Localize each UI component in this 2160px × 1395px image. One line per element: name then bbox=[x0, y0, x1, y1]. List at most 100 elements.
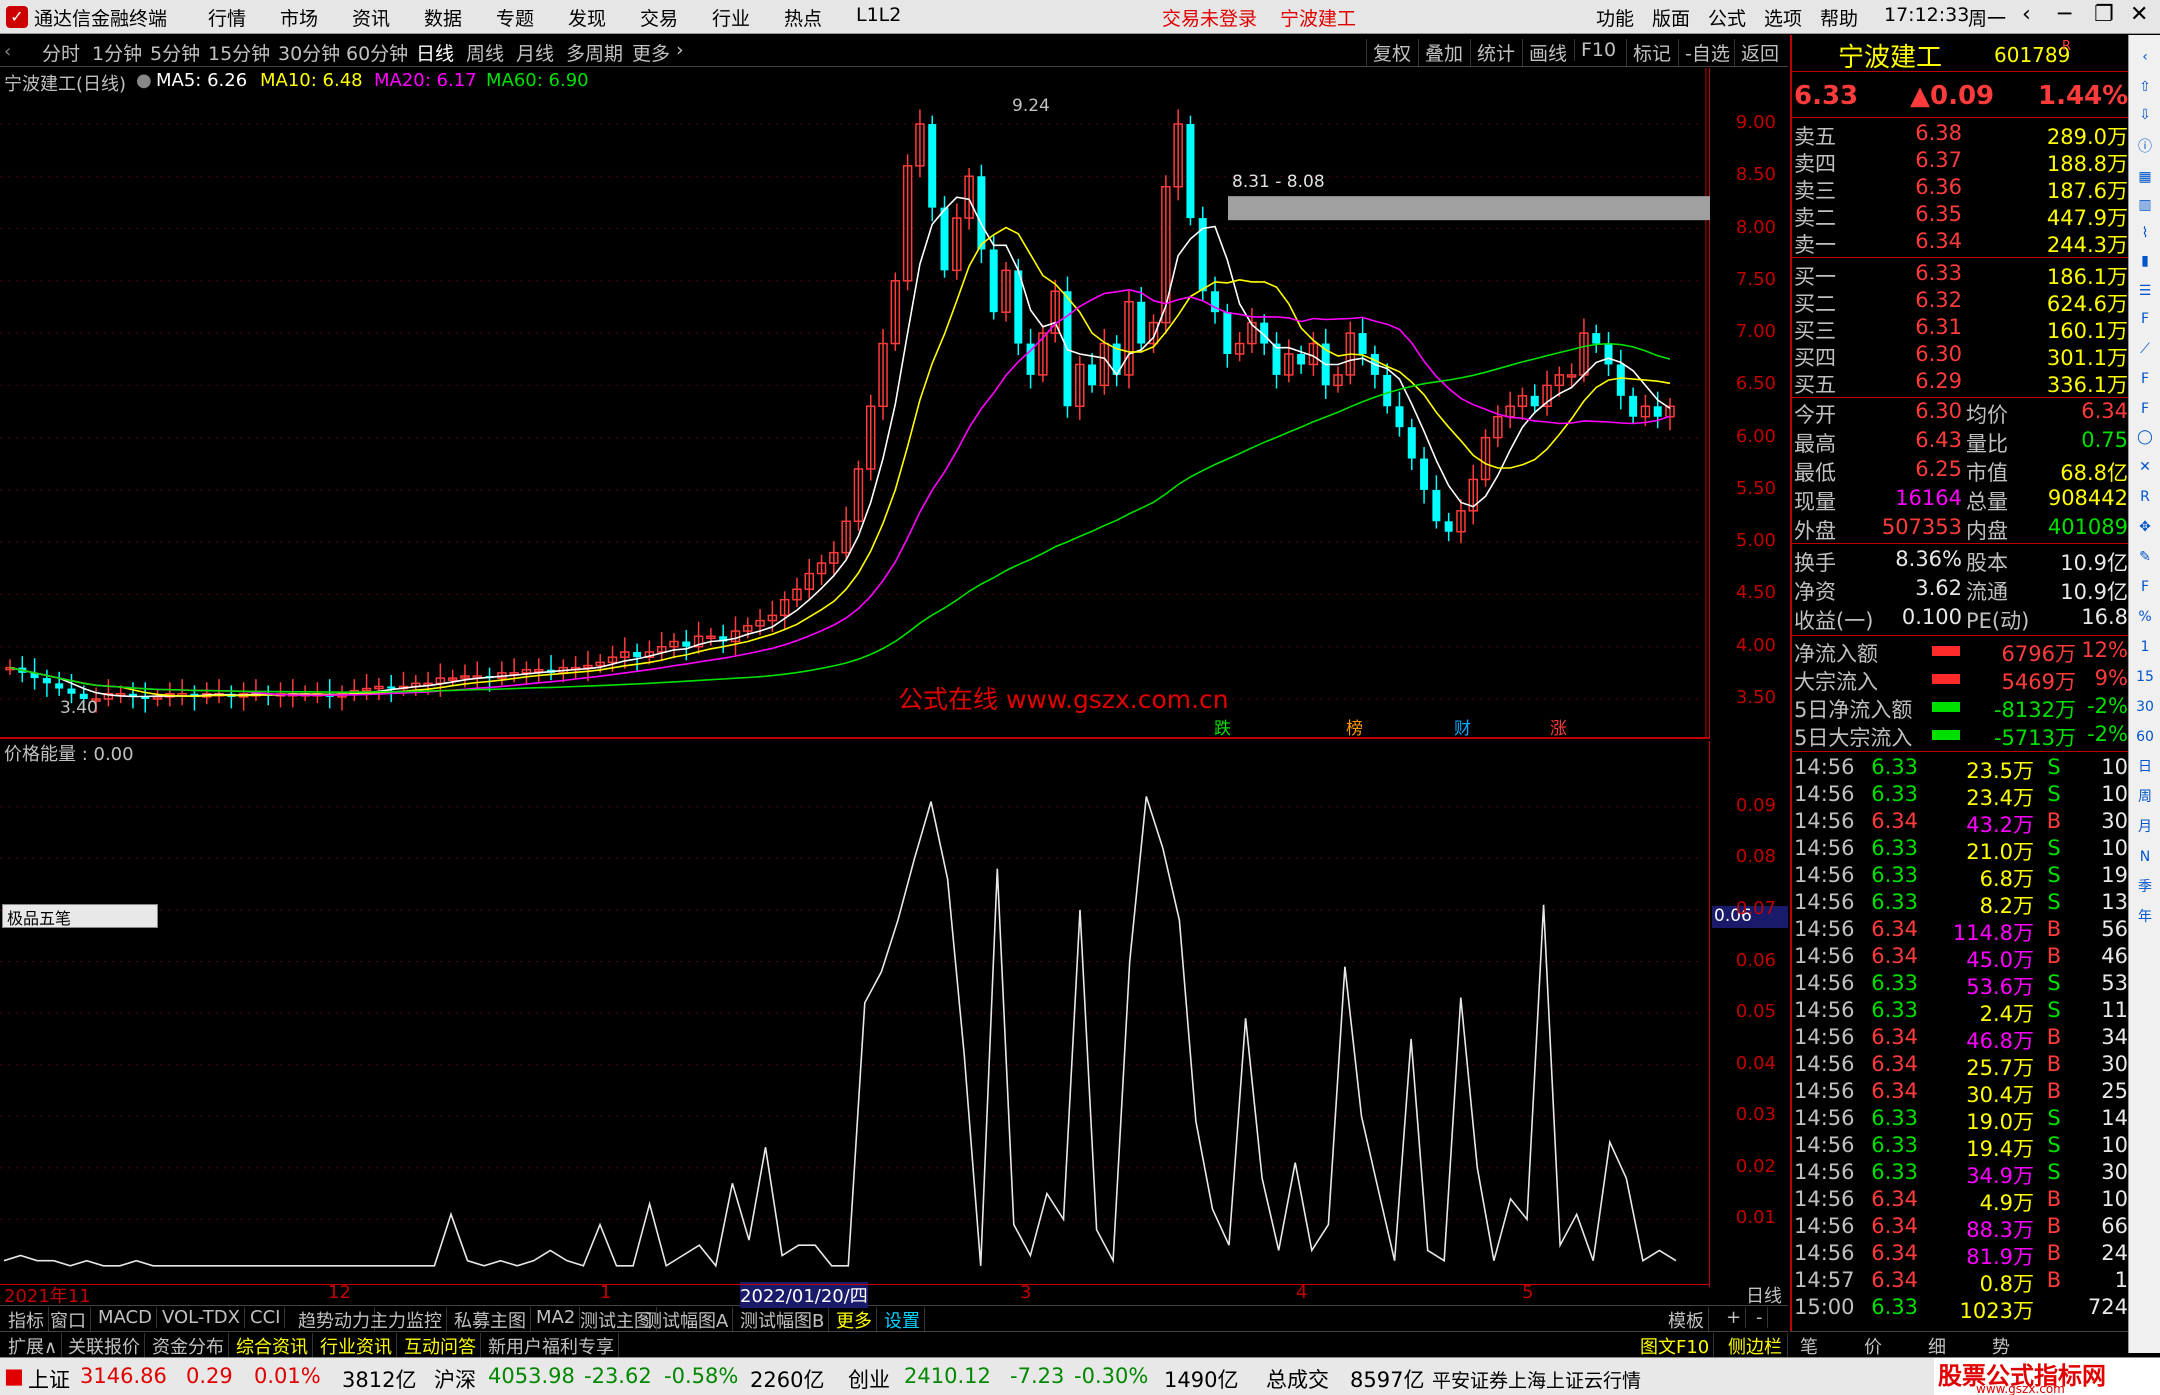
period-fenshi[interactable]: 分时 bbox=[42, 39, 80, 66]
quote-tab[interactable]: 笔 bbox=[1800, 1333, 1818, 1359]
indicator-tab[interactable]: 主力监控 bbox=[366, 1307, 447, 1333]
back-icon[interactable]: ‹ bbox=[2022, 2, 2031, 27]
fifteen-icon[interactable]: 15 bbox=[2133, 665, 2157, 689]
down-arrow-icon[interactable]: ⇩ bbox=[2133, 103, 2157, 127]
period-more-chevron-icon[interactable]: › bbox=[676, 39, 684, 61]
percent-icon[interactable]: % bbox=[2133, 605, 2157, 629]
period-1min[interactable]: 1分钟 bbox=[92, 39, 142, 66]
menu-faxian[interactable]: 发现 bbox=[568, 4, 606, 31]
add-button[interactable]: + bbox=[1722, 1307, 1747, 1328]
multi-icon[interactable]: N bbox=[2133, 845, 2157, 869]
menu-l1l2[interactable]: L1L2 bbox=[856, 4, 901, 26]
btn-diejia[interactable]: 叠加 bbox=[1418, 39, 1469, 66]
btn-fuquan[interactable]: 复权 bbox=[1366, 39, 1417, 66]
btn-huaxian[interactable]: 画线 bbox=[1522, 39, 1573, 66]
menu-gongneng[interactable]: 功能 bbox=[1596, 4, 1634, 31]
menu-zhuanti[interactable]: 专题 bbox=[496, 4, 534, 31]
main-kline-chart[interactable] bbox=[0, 68, 1710, 739]
period-15min[interactable]: 15分钟 bbox=[208, 39, 270, 66]
extension-tab[interactable]: 行业资讯 bbox=[316, 1333, 397, 1359]
indicator-tab[interactable]: 测试幅图B bbox=[736, 1307, 830, 1333]
menu-hangqing[interactable]: 行情 bbox=[208, 4, 246, 31]
indicator-tab[interactable]: VOL-TDX bbox=[158, 1307, 245, 1328]
order-row[interactable]: 卖三 6.36 187.6万 bbox=[1792, 175, 2130, 203]
indicator-tab[interactable]: 更多 bbox=[832, 1307, 877, 1333]
indicator-tab[interactable]: CCI bbox=[246, 1307, 286, 1328]
order-row[interactable]: 买三 6.31 160.1万 bbox=[1792, 315, 2130, 343]
expand-icon[interactable]: ‹ bbox=[2133, 45, 2157, 69]
quote-tab[interactable]: 细 bbox=[1928, 1333, 1946, 1359]
period-weekly[interactable]: 周线 bbox=[466, 39, 504, 66]
indicator-tab[interactable]: MA2 bbox=[532, 1307, 581, 1328]
btn-biaoji[interactable]: 标记 bbox=[1626, 39, 1677, 66]
indicator-tab[interactable]: 设置 bbox=[880, 1307, 925, 1333]
x-icon[interactable]: ✕ bbox=[2133, 455, 2157, 479]
chart-icon[interactable]: ⟋ bbox=[2133, 337, 2157, 361]
f10-tab[interactable]: 图文F10 bbox=[1636, 1333, 1715, 1359]
period-more[interactable]: 更多 bbox=[632, 39, 670, 66]
order-row[interactable]: 买五 6.29 336.1万 bbox=[1792, 369, 2130, 397]
day-icon[interactable]: 日 bbox=[2133, 755, 2157, 779]
grid-icon[interactable]: ▦ bbox=[2133, 165, 2157, 189]
remove-button[interactable]: - bbox=[1752, 1307, 1768, 1328]
year-icon[interactable]: 年 bbox=[2133, 905, 2157, 929]
marker-cai[interactable]: 财 bbox=[1454, 714, 1471, 739]
template-button[interactable]: 模板 bbox=[1664, 1307, 1709, 1333]
circle-icon[interactable]: ◯ bbox=[2133, 425, 2157, 449]
period-monthly[interactable]: 月线 bbox=[516, 39, 554, 66]
btn-zixuan[interactable]: -自选 bbox=[1678, 39, 1736, 66]
thirty-icon[interactable]: 30 bbox=[2133, 695, 2157, 719]
rsi-icon[interactable]: R bbox=[2133, 485, 2157, 509]
period-daily[interactable]: 日线 bbox=[416, 39, 454, 66]
up-arrow-icon[interactable]: ⇧ bbox=[2133, 75, 2157, 99]
indicator-tab[interactable]: 指标 bbox=[4, 1307, 49, 1333]
menu-gongshi[interactable]: 公式 bbox=[1708, 4, 1746, 31]
indicator-tab[interactable]: 私募主图 bbox=[450, 1307, 531, 1333]
btn-f10[interactable]: F10 bbox=[1574, 39, 1622, 61]
order-row[interactable]: 卖四 6.37 188.8万 bbox=[1792, 148, 2130, 176]
menu-zixun[interactable]: 资讯 bbox=[352, 4, 390, 31]
marker-zhang[interactable]: 涨 bbox=[1550, 714, 1567, 739]
f2-icon[interactable]: F bbox=[2133, 397, 2157, 421]
marker-die[interactable]: 跌 bbox=[1214, 714, 1231, 739]
one-icon[interactable]: 1 bbox=[2133, 635, 2157, 659]
minimize-icon[interactable]: ─ bbox=[2058, 2, 2071, 27]
restore-icon[interactable]: ❐ bbox=[2094, 2, 2114, 27]
menu-xuanxiang[interactable]: 选项 bbox=[1764, 4, 1802, 31]
info-icon[interactable]: ⓘ bbox=[2133, 135, 2157, 159]
line-icon[interactable]: ⌇ bbox=[2133, 221, 2157, 245]
period-5min[interactable]: 5分钟 bbox=[150, 39, 200, 66]
order-row[interactable]: 买一 6.33 186.1万 bbox=[1792, 261, 2130, 289]
order-row[interactable]: 卖五 6.38 289.0万 bbox=[1792, 121, 2130, 149]
order-row[interactable]: 卖一 6.34 244.3万 bbox=[1792, 229, 2130, 257]
settings-circle-icon[interactable]: ● bbox=[136, 70, 152, 91]
extension-tab[interactable]: 新用户福利专享 bbox=[484, 1333, 619, 1359]
btn-fanhui[interactable]: 返回 bbox=[1734, 39, 1785, 66]
extension-tab[interactable]: 互动问答 bbox=[400, 1333, 481, 1359]
bar-icon[interactable]: ▥ bbox=[2133, 193, 2157, 217]
order-row[interactable]: 买二 6.32 624.6万 bbox=[1792, 288, 2130, 316]
extension-tab[interactable]: 资金分布 bbox=[148, 1333, 229, 1359]
f10-icon[interactable]: F bbox=[2133, 307, 2157, 331]
menu-banmian[interactable]: 版面 bbox=[1652, 4, 1690, 31]
season-icon[interactable]: 季 bbox=[2133, 875, 2157, 899]
hs-label[interactable]: 沪深 bbox=[434, 1364, 476, 1394]
menu-bangzhu[interactable]: 帮助 bbox=[1820, 4, 1858, 31]
period-60min[interactable]: 60分钟 bbox=[346, 39, 408, 66]
quote-tab[interactable]: 势 bbox=[1992, 1333, 2010, 1359]
menu-hangye[interactable]: 行业 bbox=[712, 4, 750, 31]
f1-icon[interactable]: F bbox=[2133, 367, 2157, 391]
menu-redian[interactable]: 热点 bbox=[784, 4, 822, 31]
indicator-tab[interactable]: 趋势动力 bbox=[294, 1307, 375, 1333]
indicator-tab[interactable]: 测试幅图A bbox=[640, 1307, 734, 1333]
pen-icon[interactable]: ✎ bbox=[2133, 545, 2157, 569]
month-icon[interactable]: 月 bbox=[2133, 815, 2157, 839]
sh-label[interactable]: 上证 bbox=[28, 1364, 70, 1394]
indicator-tab[interactable]: MACD bbox=[94, 1307, 157, 1328]
collapse-icon[interactable]: ‹ bbox=[4, 41, 11, 62]
period-multi[interactable]: 多周期 bbox=[566, 39, 623, 66]
login-status[interactable]: 交易未登录 bbox=[1162, 4, 1257, 31]
indicator-chart[interactable] bbox=[0, 741, 1710, 1287]
ime-toolbar[interactable]: 极品五笔 bbox=[2, 904, 158, 928]
extension-tab[interactable]: 关联报价 bbox=[64, 1333, 145, 1359]
